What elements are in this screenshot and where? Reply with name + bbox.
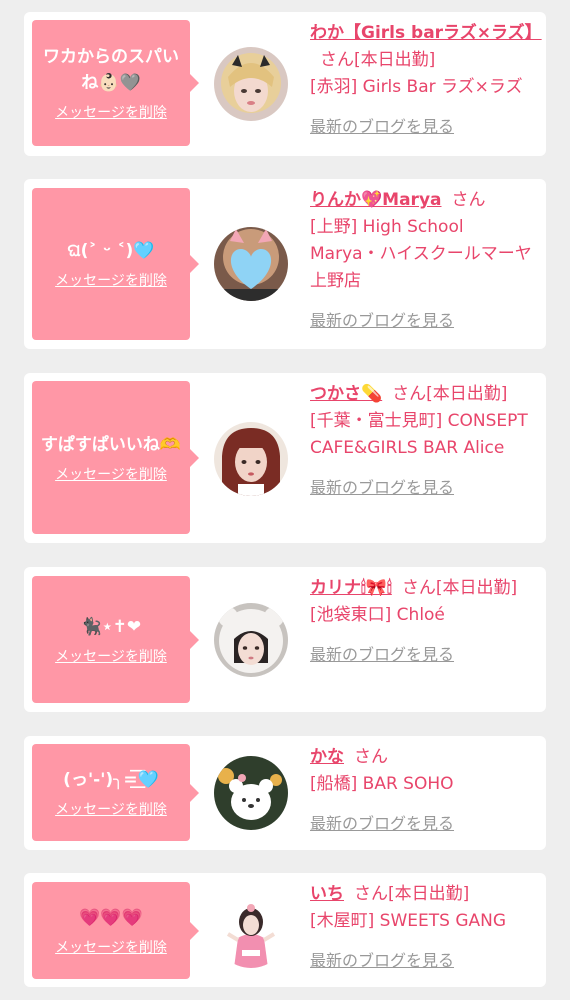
delete-message-link[interactable]: メッセージを削除 <box>55 937 167 957</box>
shop-name: [池袋東口] Chloé <box>310 605 445 625</box>
avatar-bear-sticker-icon <box>214 756 288 830</box>
message-text: ଘ(˃ ᵕ ˂)🩵 <box>67 241 155 261</box>
message-list: ワカからのスパいね👶🏻🩶 メッセージを削除 わか【Girls barラズ×ラズ】… <box>0 0 570 1000</box>
cast-name-link[interactable]: わか【Girls barラズ×ラズ】 <box>310 23 542 43</box>
cast-name-link[interactable]: つかさ💊 <box>310 384 382 404</box>
message-card: 💗💗💗 メッセージを削除 いち さん[本日出勤] [木屋町] SWEETS GAN… <box>24 873 546 987</box>
message-card: ଘ(˃ ᵕ ˂)🩵 メッセージを削除 りんか💖Marya さん [上野] High… <box>24 179 546 349</box>
avatar-white-hood-girl-icon <box>214 603 288 677</box>
message-text: (っ'-')╮=͟͟͞͞🩵 <box>63 769 159 790</box>
honorific: さん <box>354 884 388 904</box>
latest-blog-link[interactable]: 最新のブログを見る <box>310 947 454 974</box>
shop-name: [上野] High School Marya・ハイスクールマーヤ上野店 <box>310 217 532 291</box>
avatar-red-hair-girl-icon <box>214 422 288 496</box>
avatar-heart-face-icon <box>214 227 288 301</box>
message-bubble: (っ'-')╮=͟͟͞͞🩵 メッセージを削除 <box>32 744 199 841</box>
status-badge: [本日出勤] <box>354 50 436 70</box>
shop-name: [船橋] BAR SOHO <box>310 774 454 794</box>
shop-name: [木屋町] SWEETS GANG <box>310 911 507 931</box>
message-text: ワカからのスパいね👶🏻🩶 <box>43 47 179 93</box>
avatar[interactable] <box>214 422 288 496</box>
avatar-blonde-girl-icon <box>214 47 288 121</box>
message-text: すぱすぱいいね🫶 <box>40 434 182 455</box>
latest-blog-link[interactable]: 最新のブログを見る <box>310 641 454 668</box>
latest-blog-link[interactable]: 最新のブログを見る <box>310 810 454 837</box>
avatar[interactable] <box>214 756 288 830</box>
latest-blog-link[interactable]: 最新のブログを見る <box>310 474 454 501</box>
message-card: すぱすぱいいね🫶 メッセージを削除 つかさ💊 さん[本日出勤] [千葉・富士見町]… <box>24 373 546 543</box>
avatar-idol-girl-icon <box>214 894 288 968</box>
status-badge: [本日出勤] <box>388 884 470 904</box>
delete-message-link[interactable]: メッセージを削除 <box>55 102 167 122</box>
message-card: 🐈‍⬛⋆✝❤ メッセージを削除 カリナ🕯🎀🕯 さん[本日出勤] [池袋東口] Ch… <box>24 567 546 712</box>
message-text: 🐈‍⬛⋆✝❤ <box>80 616 142 637</box>
delete-message-link[interactable]: メッセージを削除 <box>55 270 167 290</box>
honorific: さん <box>354 747 388 767</box>
avatar[interactable] <box>214 894 288 968</box>
honorific: さん <box>401 578 436 598</box>
delete-message-link[interactable]: メッセージを削除 <box>55 646 167 666</box>
message-bubble: 💗💗💗 メッセージを削除 <box>32 882 199 979</box>
cast-name-link[interactable]: カリナ🕯🎀🕯 <box>310 578 392 598</box>
avatar[interactable] <box>214 227 288 301</box>
avatar[interactable] <box>214 47 288 121</box>
honorific: さん <box>392 384 427 404</box>
cast-name-link[interactable]: かな <box>310 747 344 767</box>
message-card: (っ'-')╮=͟͟͞͞🩵 メッセージを削除 かな さん [船橋] BAR SOH… <box>24 736 546 850</box>
status-badge: [本日出勤] <box>426 384 508 404</box>
message-text: 💗💗💗 <box>79 907 143 928</box>
delete-message-link[interactable]: メッセージを削除 <box>55 464 167 484</box>
latest-blog-link[interactable]: 最新のブログを見る <box>310 113 454 140</box>
message-card: ワカからのスパいね👶🏻🩶 メッセージを削除 わか【Girls barラズ×ラズ】… <box>24 12 546 156</box>
avatar[interactable] <box>214 603 288 677</box>
message-bubble: ଘ(˃ ᵕ ˂)🩵 メッセージを削除 <box>32 188 199 340</box>
shop-name: [千葉・富士見町] CONSEPT CAFE&GIRLS BAR Alice <box>310 411 528 458</box>
message-bubble: 🐈‍⬛⋆✝❤ メッセージを削除 <box>32 576 199 703</box>
cast-name-link[interactable]: りんか💖Marya <box>310 190 442 210</box>
cast-name-link[interactable]: いち <box>310 884 344 904</box>
message-bubble: ワカからのスパいね👶🏻🩶 メッセージを削除 <box>32 20 199 146</box>
delete-message-link[interactable]: メッセージを削除 <box>55 799 167 819</box>
status-badge: [本日出勤] <box>435 578 518 598</box>
latest-blog-link[interactable]: 最新のブログを見る <box>310 307 454 334</box>
honorific: さん <box>451 190 486 210</box>
honorific: さん <box>320 50 354 70</box>
shop-name: [赤羽] Girls Bar ラズ×ラズ <box>310 77 523 97</box>
message-bubble: すぱすぱいいね🫶 メッセージを削除 <box>32 381 199 534</box>
